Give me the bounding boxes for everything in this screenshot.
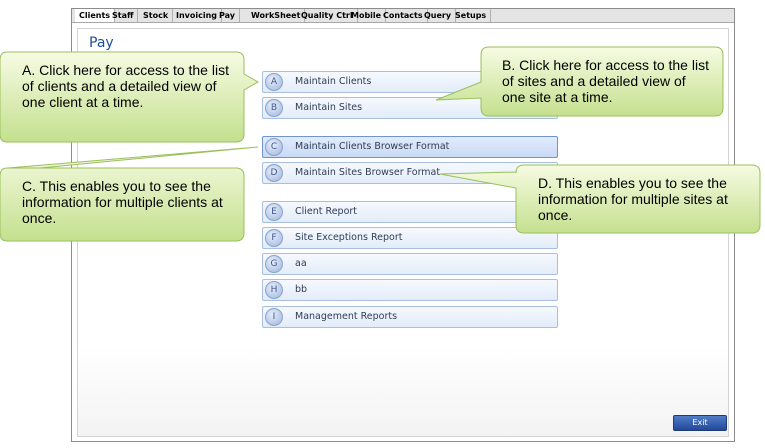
callout-d-text: D. This enables you to see the informati… [538,175,728,223]
callout-b-text: B. Click here for access to the list of … [502,57,709,105]
callout-c-text: C. This enables you to see the informati… [22,178,223,226]
callout-a-text: A. Click here for access to the list of … [22,62,229,110]
